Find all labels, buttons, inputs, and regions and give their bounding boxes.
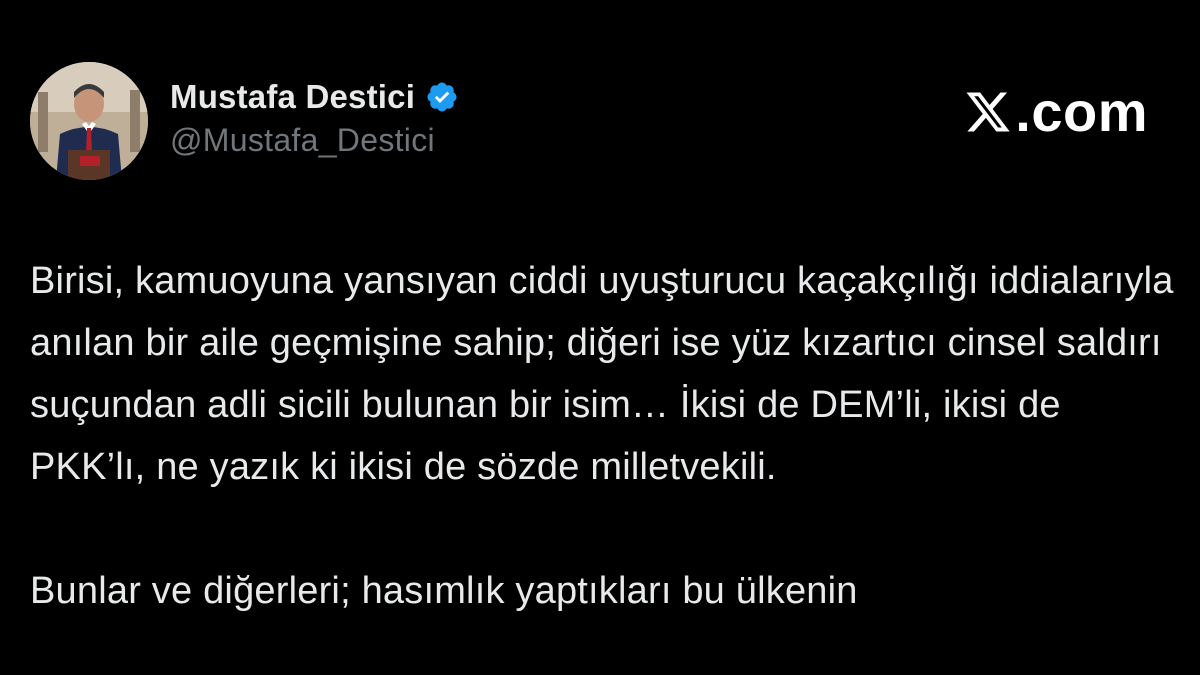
name-row: Mustafa Destici: [170, 78, 459, 116]
avatar-photo: [30, 62, 148, 180]
tweet-body: Birisi, kamuoyuna yansıyan ciddi uyuştur…: [30, 250, 1180, 622]
tweet-paragraph-2: Bunlar ve diğerleri; hasımlık yaptıkları…: [30, 570, 858, 612]
brand-watermark: .com: [963, 84, 1148, 140]
tweet-paragraph-1: Birisi, kamuoyuna yansıyan ciddi uyuştur…: [30, 260, 1174, 488]
verified-badge-icon: [425, 80, 459, 114]
avatar[interactable]: [30, 62, 148, 180]
author-display-name[interactable]: Mustafa Destici: [170, 78, 415, 116]
brand-domain-text: .com: [1015, 80, 1148, 143]
author-identity: Mustafa Destici @Mustafa_Destici: [170, 78, 459, 159]
x-logo-icon: [963, 88, 1013, 136]
tweet-header: Mustafa Destici @Mustafa_Destici: [30, 62, 459, 180]
author-handle[interactable]: @Mustafa_Destici: [170, 122, 459, 159]
